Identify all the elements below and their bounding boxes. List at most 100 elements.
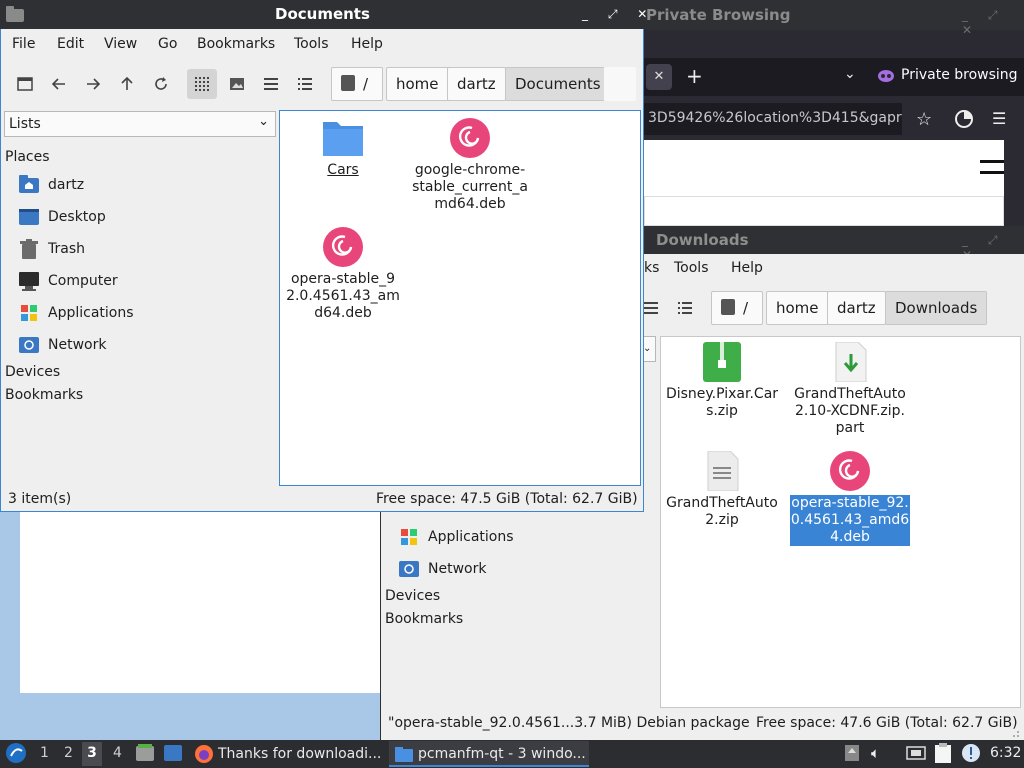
- place-label: Trash: [48, 241, 85, 257]
- detailed-view-icon[interactable]: [670, 293, 700, 323]
- file-item[interactable]: google-chrome-stable_current_amd64.deb: [412, 118, 528, 213]
- breadcrumb-dartz[interactable]: dartz: [827, 291, 886, 325]
- chevron-down-icon: ⌄: [258, 114, 269, 129]
- workspace-4[interactable]: 4: [113, 745, 122, 761]
- place-label: dartz: [48, 177, 85, 193]
- vpn-extension-icon[interactable]: [954, 109, 974, 129]
- url-bar[interactable]: 3D59426%26location%3D415&gapro: [644, 103, 902, 135]
- thumbnail-view-icon[interactable]: [222, 69, 252, 99]
- compact-view-icon[interactable]: [256, 69, 286, 99]
- new-tab-icon[interactable]: +: [686, 64, 703, 88]
- desktop-icon: [19, 207, 41, 227]
- side-select-chevron-icon[interactable]: ⌄: [642, 336, 656, 362]
- site-menu-icon[interactable]: [980, 160, 1004, 174]
- notification-icon[interactable]: [961, 743, 981, 763]
- detailed-view-icon[interactable]: [290, 69, 320, 99]
- network-tray-icon[interactable]: [906, 744, 926, 762]
- place-desktop[interactable]: Desktop: [19, 207, 106, 227]
- documents-status-space: Free space: 47.5 GiB (Total: 62.7 GiB): [376, 491, 638, 507]
- place-label: Network: [48, 337, 107, 353]
- menu-bookmarks[interactable]: Bookmarks: [197, 36, 275, 52]
- computer-icon: [19, 271, 41, 291]
- file-item[interactable]: GrandTheftAuto2.10-XCDNF.zip.part: [792, 341, 908, 437]
- forward-arrow-icon[interactable]: [78, 69, 108, 99]
- downloads-status-space: Free space: 47.6 GiB (Total: 62.7 GiB): [756, 715, 1018, 731]
- devices-header: Devices: [5, 364, 61, 380]
- place-computer[interactable]: Computer: [19, 271, 118, 291]
- breadcrumb-documents[interactable]: Documents: [505, 67, 611, 101]
- bookmark-star-icon[interactable]: ☆: [916, 109, 932, 130]
- file-item[interactable]: opera-stable_92.0.4561.43_amd64.deb: [285, 227, 401, 322]
- menu-view[interactable]: View: [104, 36, 137, 52]
- tab-list-chevron-icon[interactable]: ⌄: [844, 66, 856, 82]
- task-pcmanfm[interactable]: pcmanfm-qt - 3 windo...: [389, 741, 589, 767]
- menu-bookmarks-partial[interactable]: ks: [644, 260, 659, 276]
- volume-icon[interactable]: 🔈︎: [871, 744, 880, 762]
- workspace-3-active[interactable]: 3: [82, 742, 102, 766]
- private-mask-icon: [878, 68, 894, 84]
- place-trash[interactable]: Trash: [19, 239, 85, 259]
- updates-icon[interactable]: [844, 744, 860, 762]
- debian-package-icon: [830, 451, 870, 491]
- icon-view-icon[interactable]: [187, 69, 217, 99]
- breadcrumb-spacer: [604, 67, 636, 101]
- file-item[interactable]: GrandTheftAuto2.zip: [664, 450, 780, 529]
- menu-help[interactable]: Help: [731, 260, 763, 276]
- folder-icon: [395, 746, 413, 762]
- menu-edit[interactable]: Edit: [57, 36, 84, 52]
- clipboard-icon[interactable]: [934, 743, 952, 763]
- root-drive-icon: [721, 299, 735, 315]
- breadcrumb-root[interactable]: /: [711, 291, 763, 325]
- workspace-1[interactable]: 1: [40, 745, 49, 761]
- reload-icon[interactable]: [146, 69, 176, 99]
- close-tab-icon[interactable]: ✕: [646, 64, 672, 90]
- start-menu-icon[interactable]: [5, 742, 27, 764]
- browser-menu-icon[interactable]: ☰: [992, 109, 1006, 128]
- file-item-selected[interactable]: opera-stable_92.0.4561.43_amd64.deb: [790, 451, 910, 546]
- downloads-title: Downloads: [656, 231, 749, 249]
- back-arrow-icon[interactable]: [44, 69, 74, 99]
- menu-help[interactable]: Help: [351, 36, 383, 52]
- breadcrumb-downloads[interactable]: Downloads: [885, 291, 988, 325]
- place-label: Computer: [48, 273, 118, 289]
- place-network[interactable]: Network: [399, 559, 486, 579]
- task-label: Thanks for downloadi...: [218, 746, 382, 762]
- place-dartz[interactable]: dartz: [19, 175, 84, 195]
- menu-go[interactable]: Go: [158, 36, 177, 52]
- side-pane-select[interactable]: Lists ⌄: [4, 111, 276, 137]
- page-input-box[interactable]: [644, 196, 1004, 226]
- documents-title: Documents: [275, 5, 370, 23]
- breadcrumb-home[interactable]: home: [766, 291, 829, 325]
- breadcrumb-root[interactable]: /: [331, 67, 383, 101]
- home-folder-icon: [19, 175, 41, 195]
- place-network[interactable]: Network: [19, 335, 106, 355]
- applications-icon: [399, 527, 421, 547]
- file-manager-launcher-icon[interactable]: [135, 743, 155, 763]
- breadcrumb-home[interactable]: home: [386, 67, 449, 101]
- resize-grip-icon[interactable]: [1008, 726, 1020, 738]
- applications-icon: [19, 303, 41, 323]
- file-item[interactable]: Cars: [285, 118, 401, 179]
- task-firefox[interactable]: Thanks for downloadi...: [194, 741, 384, 767]
- documents-window-controls[interactable]: _ ⤢ ✕: [582, 7, 655, 22]
- bookmarks-header: Bookmarks: [5, 387, 84, 403]
- new-tab-icon[interactable]: [10, 69, 40, 99]
- file-item[interactable]: Disney.Pixar.Cars.zip: [664, 342, 780, 420]
- network-icon: [399, 559, 421, 579]
- menu-tools[interactable]: Tools: [674, 260, 709, 276]
- menu-file[interactable]: File: [12, 36, 35, 52]
- clock: 6:32: [990, 745, 1022, 761]
- place-label: Applications: [48, 305, 134, 321]
- workspace-2[interactable]: 2: [64, 745, 73, 761]
- blank-window-content: [20, 512, 380, 693]
- browser-window-controls[interactable]: _ ⤢ ✕: [962, 8, 1024, 37]
- downloads-status-selection: "opera-stable_92.0.4561...3.7 MiB) Debia…: [388, 715, 750, 731]
- menu-tools[interactable]: Tools: [294, 36, 329, 52]
- place-applications[interactable]: Applications: [19, 303, 134, 323]
- bookmarks-header: Bookmarks: [385, 611, 464, 627]
- breadcrumb-dartz[interactable]: dartz: [447, 67, 506, 101]
- place-applications[interactable]: Applications: [399, 527, 514, 547]
- trash-icon: [19, 239, 41, 259]
- up-arrow-icon[interactable]: [112, 69, 142, 99]
- show-desktop-icon[interactable]: [163, 743, 183, 763]
